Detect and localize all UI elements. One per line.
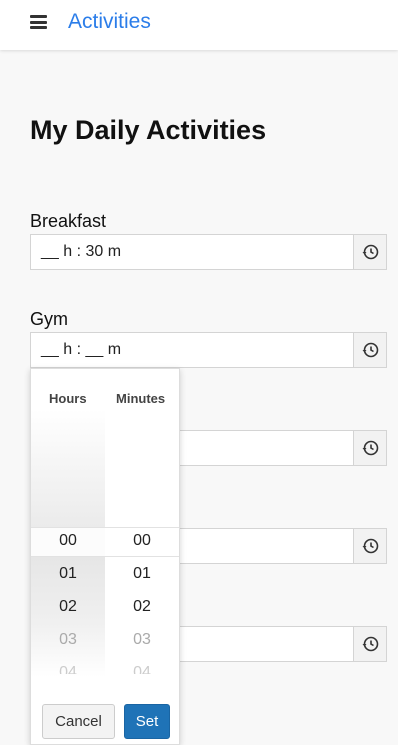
gym-time-input[interactable]: __ h : __ m [30, 332, 353, 368]
time-picker-popup: Hours Minutes 00 01 02 03 04 00 01 02 03… [30, 368, 180, 745]
gym-field: __ h : __ m [30, 332, 387, 368]
activity-3-clock-button[interactable] [353, 430, 387, 466]
minute-option[interactable]: 03 [105, 631, 179, 649]
minute-option[interactable]: 02 [105, 598, 179, 616]
gym-label: Gym [30, 309, 68, 329]
app-title[interactable]: Activities [68, 10, 151, 34]
activity-5-clock-button[interactable] [353, 626, 387, 662]
gym-clock-button[interactable] [353, 332, 387, 368]
minute-option[interactable]: 04 [105, 664, 179, 674]
breakfast-time-input[interactable]: __ h : 30 m [30, 234, 353, 270]
hour-option[interactable]: 03 [31, 631, 105, 649]
minutes-header: Minutes [116, 391, 166, 406]
cancel-button[interactable]: Cancel [42, 704, 115, 739]
hour-option[interactable]: 01 [31, 565, 105, 583]
breakfast-field: __ h : 30 m [30, 234, 387, 270]
hour-option[interactable]: 04 [31, 664, 105, 674]
history-clock-icon [362, 538, 379, 554]
page-title: My Daily Activities [30, 115, 267, 145]
set-button[interactable]: Set [124, 704, 170, 739]
minute-option[interactable]: 00 [105, 532, 179, 550]
minute-option[interactable]: 01 [105, 565, 179, 583]
hamburger-menu-icon[interactable] [30, 15, 47, 29]
top-bar: Activities [0, 0, 398, 50]
hour-option[interactable]: 00 [31, 532, 105, 550]
history-clock-icon [362, 440, 379, 456]
breakfast-label: Breakfast [30, 211, 107, 231]
hour-option[interactable]: 02 [31, 598, 105, 616]
activity-4-clock-button[interactable] [353, 528, 387, 564]
history-clock-icon [362, 636, 379, 652]
history-clock-icon [362, 342, 379, 358]
hours-header: Hours [49, 391, 87, 406]
history-clock-icon [362, 244, 379, 260]
breakfast-clock-button[interactable] [353, 234, 387, 270]
